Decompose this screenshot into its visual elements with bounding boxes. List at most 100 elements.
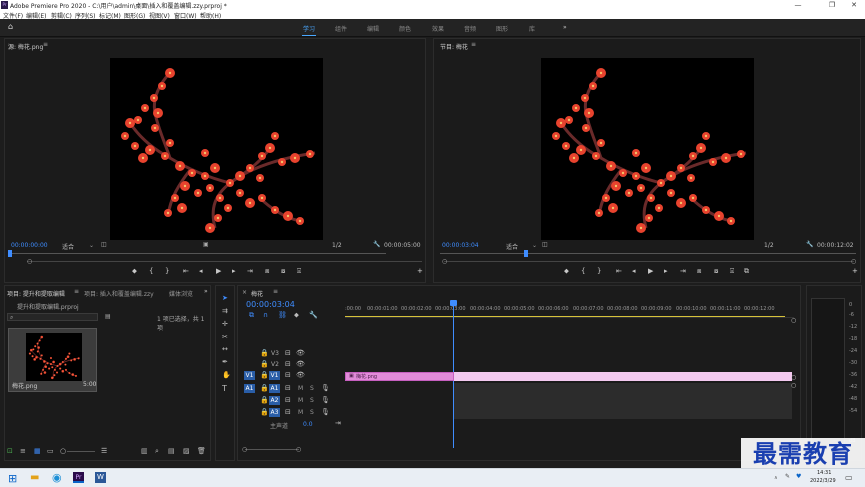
icon-view-icon[interactable]: ▦ xyxy=(34,448,41,455)
sync-lock-icon[interactable]: ⊟ xyxy=(285,372,291,379)
insert-marker-icon[interactable]: ▣ xyxy=(203,241,209,248)
comparison-view-icon[interactable]: ⧉ xyxy=(744,267,749,276)
snap-icon[interactable]: ∩ xyxy=(263,312,268,319)
minimize-icon[interactable]: — xyxy=(787,0,809,10)
panel-menu-icon[interactable]: ≡ xyxy=(471,41,476,48)
zoom-slider-icon[interactable]: ○ xyxy=(60,448,66,455)
trash-icon[interactable]: 🗑 xyxy=(197,448,206,455)
overwrite-icon[interactable]: ⧇ xyxy=(281,267,285,276)
mute-button[interactable]: M xyxy=(298,409,303,416)
find-icon[interactable]: ⌕ xyxy=(155,448,159,455)
workspace-libraries[interactable]: 库 xyxy=(529,24,535,33)
timeline-timecode[interactable]: 00:00:03:04 xyxy=(246,300,295,309)
program-fit-select[interactable]: 适合 xyxy=(506,242,518,251)
source-resolution-select[interactable]: 1/2 xyxy=(332,242,342,249)
lock-icon[interactable]: 🔒 xyxy=(260,372,269,379)
source-patch-a1[interactable]: A1 xyxy=(244,384,255,393)
camera-icon[interactable]: ⌻ xyxy=(730,267,734,276)
workspace-effects[interactable]: 效果 xyxy=(432,24,444,33)
lock-icon[interactable]: 🔒 xyxy=(260,361,269,368)
vertical-zoom-handle[interactable]: ○ xyxy=(791,382,796,389)
lift-icon[interactable]: ⧈ xyxy=(697,267,701,276)
windows-start-icon[interactable]: ⊞ xyxy=(8,472,17,485)
sequence-tab[interactable]: 梅花 xyxy=(251,289,263,298)
scroll-handle-left[interactable]: ○ xyxy=(242,446,247,453)
go-to-end-icon[interactable]: ⇥ xyxy=(335,420,341,427)
sync-lock-icon[interactable]: ⊟ xyxy=(285,350,291,357)
mute-button[interactable]: M xyxy=(298,385,303,392)
source-fit-select[interactable]: 适合 xyxy=(62,242,74,251)
program-monitor-title[interactable]: 节目: 梅花 xyxy=(440,42,468,51)
step-back-icon[interactable]: ◂ xyxy=(632,267,636,275)
source-playhead-time[interactable]: 00:00:00:00 xyxy=(11,242,48,249)
selection-tool-icon[interactable]: ➤ xyxy=(222,295,228,302)
vertical-zoom-handle[interactable]: ○ xyxy=(791,317,796,324)
mute-button[interactable]: M xyxy=(298,397,303,404)
source-zoom-bar[interactable] xyxy=(27,261,422,262)
sync-lock-icon[interactable]: ⊟ xyxy=(285,397,291,404)
source-playhead[interactable] xyxy=(8,250,12,257)
step-forward-icon[interactable]: ▸ xyxy=(232,267,236,275)
file-explorer-icon[interactable]: ▬ xyxy=(30,472,39,483)
solo-button[interactable]: S xyxy=(310,385,314,392)
go-to-in-icon[interactable]: ⇤ xyxy=(183,267,189,275)
lock-icon[interactable]: 🔒 xyxy=(260,350,269,357)
step-back-icon[interactable]: ◂ xyxy=(199,267,203,275)
new-bin-icon[interactable]: ▤ xyxy=(105,313,111,320)
nest-icon[interactable]: ⧉ xyxy=(249,312,254,319)
sync-lock-icon[interactable]: ⊟ xyxy=(285,361,291,368)
play-icon[interactable]: ▶ xyxy=(648,267,653,275)
workspace-learn[interactable]: 学习 xyxy=(303,24,315,33)
microphone-icon[interactable]: 🎙 xyxy=(321,409,330,416)
tray-app-icon[interactable]: ♥ xyxy=(796,473,801,480)
lock-icon[interactable]: 🔒 xyxy=(260,409,269,416)
clock-date[interactable]: 2022/3/29 xyxy=(810,478,836,484)
clock-time[interactable]: 14:31 xyxy=(817,470,831,476)
tray-pen-icon[interactable]: ✎ xyxy=(785,473,790,480)
hand-tool-icon[interactable]: ✋ xyxy=(222,372,231,379)
mark-out-icon[interactable]: } xyxy=(597,267,601,275)
wrench-icon[interactable]: 🔧 xyxy=(806,241,813,248)
track-name[interactable]: A3 xyxy=(269,408,280,417)
slip-tool-icon[interactable]: ↔ xyxy=(222,346,228,353)
project-tab-lift-extract[interactable]: 项目: 提升和提取编辑 xyxy=(7,289,65,298)
mark-in-icon[interactable]: { xyxy=(581,267,585,275)
vertical-zoom-handle[interactable]: ○ xyxy=(791,374,796,381)
track-select-tool-icon[interactable]: ⇉ xyxy=(222,308,228,315)
master-volume[interactable]: 0.0 xyxy=(303,421,313,428)
mark-in-icon[interactable]: { xyxy=(149,267,153,275)
program-zoom-bar[interactable] xyxy=(444,261,854,262)
work-area-bar[interactable] xyxy=(345,316,785,317)
more-workspaces-icon[interactable]: » xyxy=(563,24,567,31)
eye-icon[interactable]: 👁 xyxy=(296,361,305,368)
razor-tool-icon[interactable]: ✂ xyxy=(222,334,228,341)
workspace-editing[interactable]: 编辑 xyxy=(367,24,379,33)
workspace-color[interactable]: 颜色 xyxy=(399,24,411,33)
maximize-icon[interactable]: ❐ xyxy=(821,0,843,10)
add-marker-icon[interactable]: ⬥ xyxy=(132,267,137,276)
list-view-icon[interactable]: ≡ xyxy=(20,448,26,455)
ripple-edit-tool-icon[interactable]: ✛ xyxy=(222,321,228,328)
solo-button[interactable]: S xyxy=(310,409,314,416)
zoom-slider[interactable] xyxy=(67,451,95,452)
automate-sequence-icon[interactable]: ▥ xyxy=(141,448,148,455)
track-name[interactable]: A2 xyxy=(269,396,280,405)
program-playhead-time[interactable]: 00:00:03:04 xyxy=(442,242,479,249)
freeform-view-icon[interactable]: ▭ xyxy=(47,448,54,455)
scroll-handle-right[interactable]: ○ xyxy=(296,446,301,453)
program-resolution-select[interactable]: 1/2 xyxy=(764,242,774,249)
wrench-icon[interactable]: 🔧 xyxy=(309,312,318,319)
panel-menu-icon[interactable]: ≡ xyxy=(273,288,278,295)
panel-menu-icon[interactable]: ≡ xyxy=(43,41,48,48)
solo-button[interactable]: S xyxy=(310,397,314,404)
pen-tool-icon[interactable]: ✒ xyxy=(222,359,228,366)
program-scrub-bar[interactable] xyxy=(440,253,856,254)
track-name[interactable]: A1 xyxy=(269,384,280,393)
eye-icon[interactable]: 👁 xyxy=(296,350,305,357)
premiere-taskbar-icon[interactable]: Pr xyxy=(73,472,84,483)
go-to-out-icon[interactable]: ⇥ xyxy=(247,267,253,275)
settings-icon[interactable]: ◫ xyxy=(101,241,107,248)
media-browser-tab[interactable]: 媒体浏览 xyxy=(169,289,193,298)
play-icon[interactable]: ▶ xyxy=(216,267,221,275)
edge-browser-icon[interactable]: ◉ xyxy=(52,471,62,484)
